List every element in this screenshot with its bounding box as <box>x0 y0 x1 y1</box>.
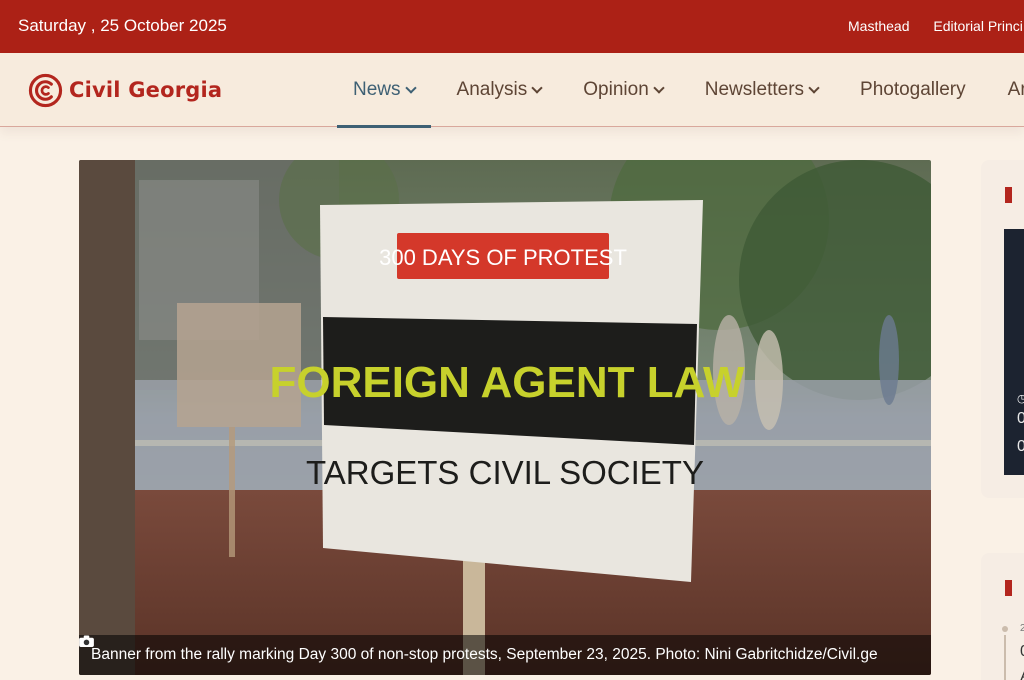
sidebar-card-latest: 2 0 A <box>981 553 1024 680</box>
editorial-principles-link[interactable]: Editorial Princi <box>933 18 1022 34</box>
section-marker <box>1005 187 1012 203</box>
chevron-down-icon <box>404 82 417 94</box>
featured-line-2: 0 <box>1017 438 1024 455</box>
sign-headline-text: FOREIGN AGENT LAW <box>269 358 744 407</box>
chevron-down-icon <box>808 82 820 94</box>
nav-item-label: News <box>353 79 401 100</box>
latest-date: 2 <box>1020 623 1024 634</box>
latest-line-2[interactable]: A <box>1020 668 1024 680</box>
nav-item-newsletters[interactable]: Newsletters <box>689 53 834 127</box>
masthead-link[interactable]: Masthead <box>848 18 909 34</box>
caption-text: Banner from the rally marking Day 300 of… <box>91 646 878 663</box>
current-date: Saturday , 25 October 2025 <box>18 16 227 35</box>
nav-item-news[interactable]: News <box>337 53 431 128</box>
site-name: Civil Georgia <box>69 78 223 102</box>
nav-menu: News Analysis Opinion Newsletters Photog… <box>337 53 1024 128</box>
timeline-line <box>1004 635 1006 680</box>
nav-item-photogallery[interactable]: Photogallery <box>844 53 982 127</box>
chevron-down-icon <box>653 82 665 94</box>
sign-subline-text: TARGETS CIVIL SOCIETY <box>306 454 704 491</box>
clock-icon: ◷ <box>1017 393 1024 405</box>
featured-line-1: 0 <box>1017 410 1024 427</box>
sidebar-card-featured: ◷ 0 0 <box>981 160 1024 498</box>
nav-item-label: Newsletters <box>704 79 805 100</box>
section-marker <box>1005 580 1012 596</box>
latest-line-1[interactable]: 0 <box>1020 643 1024 661</box>
sign-badge-text: 300 DAYS OF PROTEST <box>379 245 627 270</box>
nav-item-label: Photogallery <box>860 79 966 100</box>
nav-item-label: Archive <box>1007 79 1024 100</box>
main-navbar: Civil Georgia News Analysis Opinion News… <box>0 53 1024 128</box>
image-caption: Banner from the rally marking Day 300 of… <box>79 635 931 675</box>
protest-sign-photo: 300 DAYS OF PROTEST FOREIGN AGENT LAW TA… <box>79 160 931 675</box>
top-bar: Saturday , 25 October 2025 Masthead Edit… <box>0 0 1024 53</box>
civil-georgia-logo-icon <box>28 73 63 107</box>
timeline-dot <box>1002 626 1008 632</box>
nav-item-opinion[interactable]: Opinion <box>567 53 679 127</box>
top-links: Masthead Editorial Princi <box>848 18 1024 34</box>
nav-item-label: Analysis <box>456 79 528 100</box>
hero-image[interactable]: 300 DAYS OF PROTEST FOREIGN AGENT LAW TA… <box>79 160 931 675</box>
nav-item-label: Opinion <box>583 79 649 100</box>
nav-item-archive[interactable]: Archive <box>992 53 1024 127</box>
camera-icon <box>79 635 94 647</box>
site-logo[interactable]: Civil Georgia <box>28 72 222 108</box>
nav-item-analysis[interactable]: Analysis <box>441 53 558 127</box>
chevron-down-icon <box>531 82 543 94</box>
